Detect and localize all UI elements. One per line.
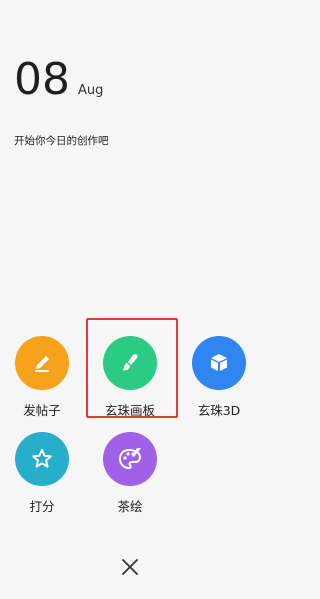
3d-button[interactable]: 玄珠3D	[179, 336, 259, 419]
rate-button[interactable]: 打分	[2, 432, 82, 515]
date-month: Aug	[78, 83, 104, 98]
tea-drawing-label: 茶绘	[117, 499, 143, 514]
rate-label: 打分	[29, 499, 55, 514]
post-label: 发帖子	[23, 403, 61, 418]
post-button[interactable]: 发帖子	[2, 336, 82, 419]
cube-icon	[192, 336, 246, 390]
create-prompt: 开始你今日的创作吧	[14, 135, 109, 147]
tea-drawing-button[interactable]: 茶绘	[90, 432, 170, 515]
pencil-icon	[15, 336, 69, 390]
close-icon[interactable]	[119, 556, 141, 578]
date-day: 08	[14, 54, 70, 105]
selection-highlight	[86, 318, 178, 418]
star-icon	[15, 432, 69, 486]
palette-icon	[103, 432, 157, 486]
3d-label: 玄珠3D	[197, 403, 241, 418]
